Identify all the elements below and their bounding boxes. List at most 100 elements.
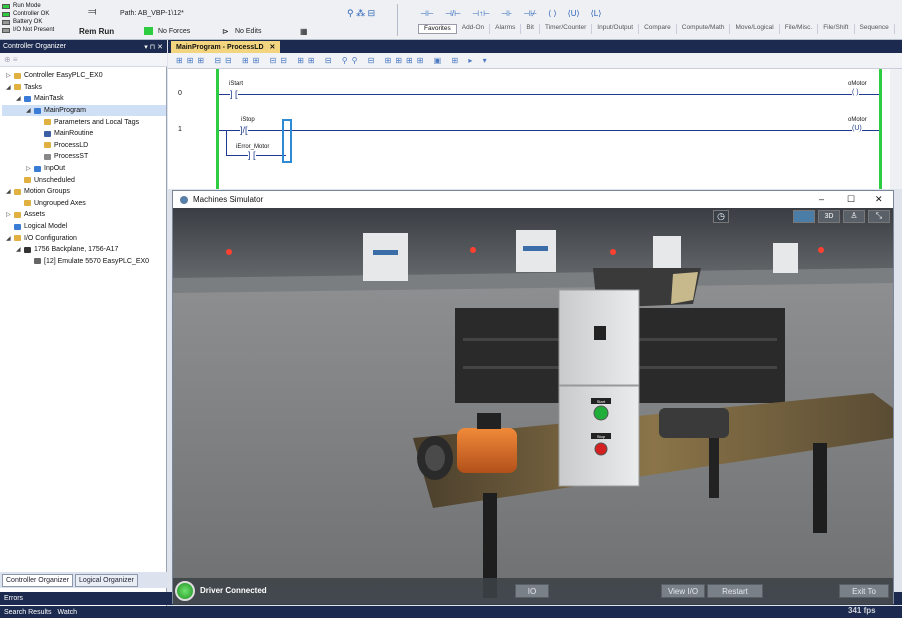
- expand-icon[interactable]: ▷: [6, 211, 14, 218]
- expand-icon[interactable]: ▷: [26, 165, 34, 172]
- network-icon[interactable]: ⚲ ⁂ ⊟: [347, 8, 375, 19]
- expand-icon[interactable]: ⤡: [868, 210, 890, 223]
- folder-icon: [34, 165, 41, 172]
- view-io-button[interactable]: View I/O: [661, 584, 705, 598]
- calculator-icon[interactable]: ▦: [300, 27, 308, 36]
- no-forces-label: No Forces: [158, 28, 191, 35]
- instruction-icon[interactable]: ⟨ ⟩: [548, 9, 556, 18]
- camera-view-icon[interactable]: [793, 210, 815, 223]
- xic-contact-icon[interactable]: ] [: [230, 89, 238, 99]
- tree-item[interactable]: ◢ 1756 Backplane, 1756-A17: [2, 244, 166, 256]
- instruction-icon[interactable]: ⊣⊢: [420, 9, 434, 18]
- instruction-icon[interactable]: ⊣↑⊢: [472, 9, 490, 18]
- person-view-icon[interactable]: ♙: [843, 210, 865, 223]
- io-status: I/O Not Present: [2, 26, 54, 34]
- tree-item[interactable]: Ungrouped Axes: [2, 198, 166, 210]
- restart-button[interactable]: Restart: [707, 584, 763, 598]
- close-icon[interactable]: ✕: [875, 194, 883, 205]
- tree-item[interactable]: Logical Model: [2, 221, 166, 233]
- instruction-icon[interactable]: ⟨U⟩: [568, 9, 580, 18]
- tree-item[interactable]: ▷ Assets: [2, 209, 166, 221]
- contact-tag[interactable]: iStop: [241, 117, 255, 123]
- tab-processld[interactable]: MainProgram - ProcessLD ✕: [171, 41, 281, 53]
- expand-icon[interactable]: ◢: [6, 188, 14, 195]
- ladder-tools-icons[interactable]: ⊞⊞⊞ ⊟⊟ ⊞⊞ ⊟⊟ ⊞⊞ ⊟ ⚲⚲ ⊟ ⊞⊞⊞⊞ ▣ ⊞ ▸ ▾: [176, 56, 491, 65]
- tree-item[interactable]: ▷ InpOut: [2, 163, 166, 175]
- 3d-view-button[interactable]: 3D: [818, 210, 840, 223]
- instr-tab-alarms[interactable]: Alarms: [490, 24, 522, 34]
- instr-tab-bit[interactable]: Bit: [521, 24, 540, 34]
- tree-item[interactable]: ◢ MainProgram: [2, 104, 166, 117]
- tree-item[interactable]: ProcessLD: [2, 140, 166, 152]
- tab-watch[interactable]: Watch: [57, 609, 77, 616]
- tree-item[interactable]: ProcessST: [2, 151, 166, 163]
- simulator-titlebar: Machines Simulator – ☐ ✕: [173, 191, 893, 208]
- folder-icon: [14, 223, 21, 230]
- expand-icon[interactable]: ▷: [6, 72, 14, 79]
- tree-item[interactable]: Parameters and Local Tags: [2, 116, 166, 128]
- expand-icon[interactable]: ◢: [6, 84, 14, 91]
- tree-item-label: Ungrouped Axes: [34, 199, 86, 207]
- tree-item[interactable]: ◢ I/O Configuration: [2, 232, 166, 244]
- folder-icon: [14, 188, 21, 195]
- ladder-scrollbar[interactable]: [890, 69, 902, 189]
- ote-coil-icon[interactable]: ( ): [852, 89, 859, 96]
- expand-icon[interactable]: ◢: [16, 95, 24, 102]
- contact-tag[interactable]: iStart: [229, 81, 243, 87]
- 3d-scene[interactable]: Start Stop ◷ 3D ♙ ⤡: [173, 208, 893, 604]
- expand-icon[interactable]: ◢: [26, 107, 34, 114]
- instr-tab-file-shift[interactable]: File/Shift: [818, 24, 855, 34]
- instr-tab-compute-math[interactable]: Compute/Math: [677, 24, 731, 34]
- tree-item[interactable]: Unscheduled: [2, 174, 166, 186]
- instr-tab-move-logical[interactable]: Move/Logical: [730, 24, 780, 34]
- instruction-icon[interactable]: ⊣⊬: [523, 9, 537, 18]
- tree-item[interactable]: ▷ Controller EasyPLC_EX0: [2, 70, 166, 82]
- xic-contact-icon[interactable]: ] [: [248, 150, 256, 160]
- rung-number: 1: [178, 126, 182, 133]
- tree-item[interactable]: ◢ Tasks: [2, 82, 166, 94]
- minimize-icon[interactable]: –: [819, 194, 824, 204]
- xio-contact-icon[interactable]: ]/[: [240, 125, 248, 135]
- exit-button[interactable]: Exit To: [839, 584, 889, 598]
- instr-tab-timer-counter[interactable]: Timer/Counter: [540, 24, 593, 34]
- start-button[interactable]: [593, 405, 609, 421]
- tab-logical-organizer[interactable]: Logical Organizer: [75, 573, 138, 587]
- tab-search-results[interactable]: Search Results: [4, 609, 51, 616]
- io-button[interactable]: IO: [515, 584, 549, 598]
- expand-icon[interactable]: ◢: [16, 246, 24, 253]
- tree-item[interactable]: MainRoutine: [2, 128, 166, 140]
- tree-item-label: InpOut: [44, 165, 66, 173]
- maximize-icon[interactable]: ☐: [847, 194, 855, 205]
- folder-icon: [24, 95, 31, 102]
- otu-coil-icon[interactable]: (U): [852, 125, 862, 132]
- instruction-icon[interactable]: ⟨L⟩: [591, 9, 602, 18]
- instr-tab-sequence[interactable]: Sequence: [855, 24, 895, 34]
- close-icon[interactable]: ✕: [270, 43, 276, 51]
- instruction-icon[interactable]: ⊣⊦: [501, 9, 512, 18]
- clock-icon[interactable]: ◷: [713, 210, 729, 223]
- tree-item[interactable]: [12] Emulate 5570 EasyPLC_EX0: [2, 256, 166, 268]
- mode-selector-icon[interactable]: ⫤: [88, 6, 96, 19]
- coil-tag[interactable]: oMotor: [848, 117, 867, 123]
- tree-item[interactable]: ◢ MainTask: [2, 93, 166, 105]
- instr-tab-file-misc-[interactable]: File/Misc.: [780, 24, 819, 34]
- garage-door: [363, 233, 408, 281]
- instr-tab-input-output[interactable]: Input/Output: [592, 24, 640, 34]
- instr-tab-favorites[interactable]: Favorites: [418, 24, 457, 34]
- folder-icon: [34, 258, 41, 265]
- rung-number: 0: [178, 90, 182, 97]
- instr-tab-add-on[interactable]: Add-On: [457, 24, 491, 34]
- coil-tag[interactable]: oMotor: [848, 81, 867, 87]
- instruction-icon[interactable]: ⊣/⊢: [445, 9, 461, 18]
- tab-controller-organizer[interactable]: Controller Organizer: [2, 573, 74, 587]
- folder-icon: [44, 130, 51, 137]
- tree-item[interactable]: ◢ Motion Groups: [2, 186, 166, 198]
- instr-tab-compare[interactable]: Compare: [639, 24, 677, 34]
- filter-icon[interactable]: ⊕ ≡: [4, 55, 18, 64]
- panel-pin-icon[interactable]: ▾ ⊓ ✕: [144, 43, 167, 51]
- branch-selection[interactable]: [282, 119, 292, 163]
- left-power-rail: [216, 69, 219, 189]
- stop-button[interactable]: [594, 442, 608, 456]
- expand-icon[interactable]: ◢: [6, 235, 14, 242]
- folder-icon: [44, 153, 51, 160]
